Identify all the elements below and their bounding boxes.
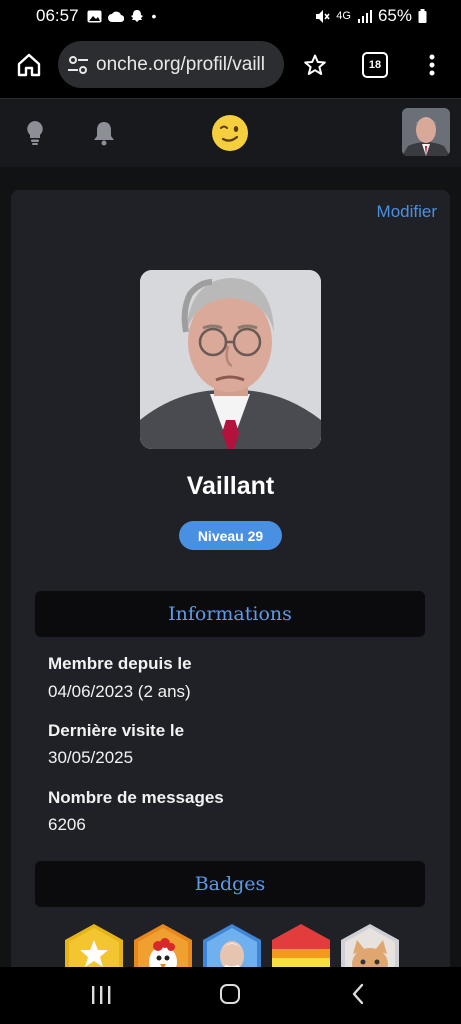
recent-apps-button[interactable]: [90, 985, 112, 1005]
badges-title: Badges: [194, 873, 266, 895]
more-vertical-icon: [429, 54, 435, 76]
system-nav-bar: [0, 967, 461, 1024]
bell-icon[interactable]: [90, 119, 118, 147]
address-bar[interactable]: onche.org/profil/vaill: [58, 41, 284, 88]
informations-header: Informations: [35, 591, 425, 637]
lightbulb-icon[interactable]: [22, 119, 48, 147]
informations-title: Informations: [168, 603, 292, 625]
messages-count-value: 6206: [48, 815, 86, 834]
bookmark-button[interactable]: [300, 50, 330, 80]
winking-face-icon[interactable]: [212, 115, 248, 151]
battery-icon: [418, 9, 427, 23]
profile-card: Modifier Vaillant Niveau 29 Informations…: [11, 190, 450, 980]
badges-header: Badges: [35, 861, 425, 907]
edit-profile-link[interactable]: Modifier: [377, 202, 437, 222]
member-since-value: 04/06/2023 (2 ans): [48, 682, 191, 701]
messages-count-label: Nombre de messages: [48, 788, 224, 807]
tab-switcher-button[interactable]: 18: [362, 52, 388, 78]
back-button[interactable]: [350, 983, 366, 1005]
last-visit-value: 30/05/2025: [48, 748, 134, 767]
last-visit-label: Dernière visite le: [48, 721, 185, 740]
battery-percent: 65%: [377, 6, 412, 25]
level-badge: Niveau 29: [179, 521, 282, 550]
recents-icon: [92, 986, 111, 1004]
snapchat-icon: [130, 10, 143, 22]
signal-icon: [357, 10, 372, 23]
cloud-icon: [107, 11, 124, 22]
notification-dot-icon: •: [151, 8, 157, 24]
gallery-icon: [87, 10, 102, 22]
profile-username: Vaillant: [186, 472, 275, 500]
browser-menu-button[interactable]: [422, 50, 442, 80]
home-icon: [17, 53, 41, 77]
site-header: [0, 98, 461, 167]
site-settings-icon[interactable]: [66, 53, 90, 77]
mute-icon: [316, 9, 330, 23]
level-label: Niveau 29: [197, 527, 264, 544]
back-chevron-icon: [352, 983, 364, 1005]
status-time: 06:57: [36, 6, 79, 25]
profile-avatar: [140, 270, 321, 449]
system-home-button[interactable]: [220, 984, 240, 1004]
tab-count: 18: [368, 59, 382, 71]
star-outline-icon: [304, 54, 326, 75]
status-bar: 06:57 • 4G 65%: [0, 0, 461, 32]
url-text: onche.org/profil/vaill: [96, 53, 265, 75]
home-button[interactable]: [14, 50, 44, 80]
browser-toolbar: onche.org/profil/vaill 18: [0, 32, 461, 98]
member-since-label: Membre depuis le: [48, 654, 192, 673]
network-type: 4G: [336, 10, 351, 22]
user-avatar[interactable]: [402, 108, 450, 156]
